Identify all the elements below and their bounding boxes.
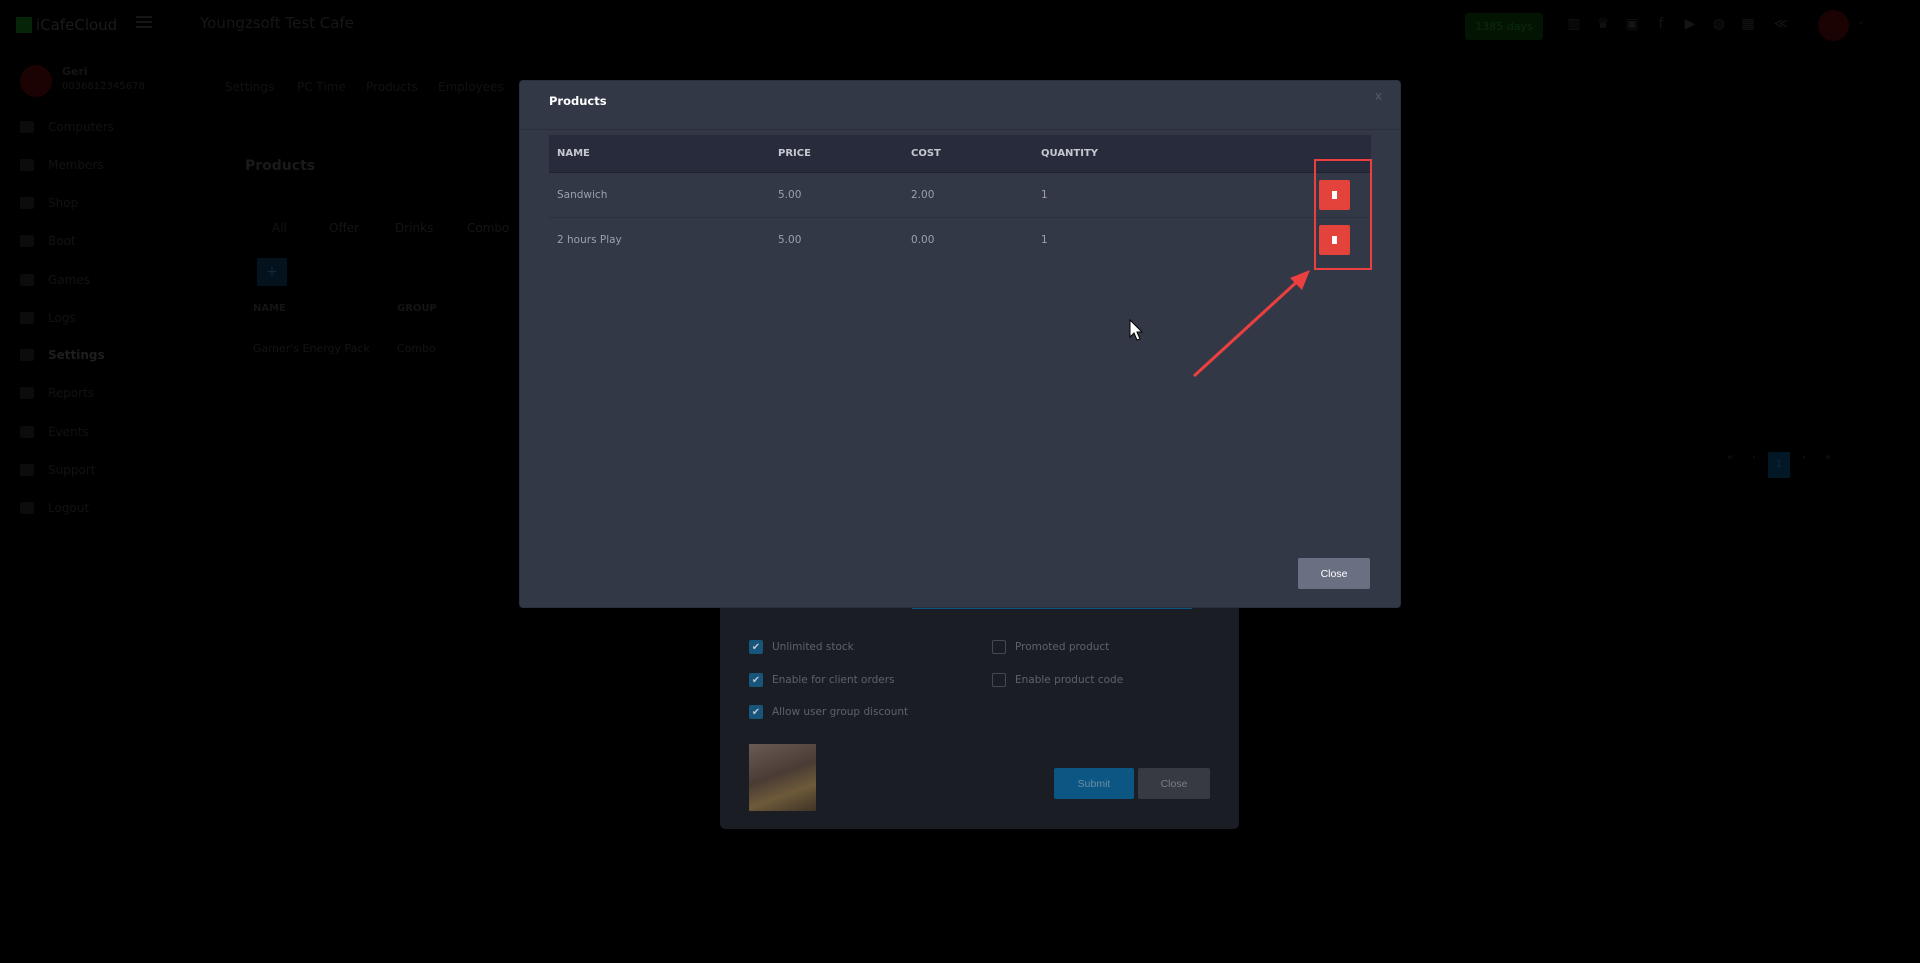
mouse-cursor-icon (1129, 318, 1144, 341)
arrow-line (1192, 277, 1302, 378)
annotation-arrow (1129, 270, 1310, 378)
